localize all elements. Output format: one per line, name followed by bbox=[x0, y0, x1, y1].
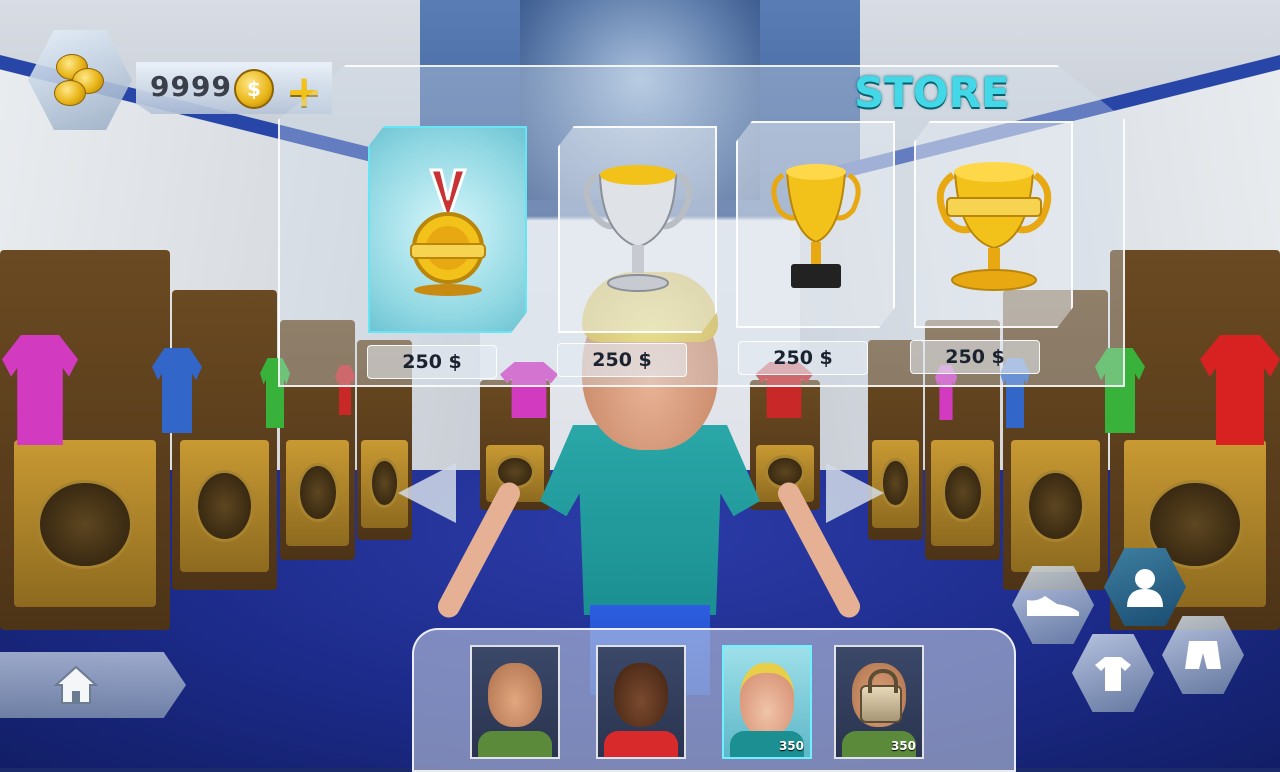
avatar-shirt bbox=[604, 731, 678, 757]
next-arrow-button[interactable] bbox=[826, 463, 884, 523]
coin-stack-icon bbox=[50, 50, 110, 110]
store-item-price: 250 $ bbox=[367, 345, 497, 379]
silver-cup-icon bbox=[583, 164, 692, 292]
character-price: 350 bbox=[778, 739, 804, 753]
tshirt-icon bbox=[1095, 657, 1131, 691]
store-item-price: 250 $ bbox=[557, 343, 687, 377]
locker bbox=[172, 290, 277, 590]
gold-trophy-icon bbox=[770, 163, 861, 288]
store-title: STORE bbox=[854, 68, 1010, 117]
character-card-blonde-boy[interactable]: 350 bbox=[722, 645, 812, 759]
store-item-silver-cup[interactable] bbox=[558, 126, 717, 333]
avatar bbox=[740, 663, 794, 737]
store-item-price: 250 $ bbox=[910, 340, 1040, 374]
lock-icon bbox=[860, 669, 902, 723]
shorts-icon bbox=[1185, 641, 1221, 669]
avatar bbox=[614, 663, 668, 727]
coin-balance: 9999 bbox=[150, 70, 232, 103]
gold-trophy-large-icon bbox=[936, 161, 1051, 291]
character-card-spiky-hair-boy[interactable] bbox=[470, 645, 560, 759]
gold-medal-icon bbox=[409, 168, 486, 296]
sneaker-icon bbox=[1027, 596, 1079, 616]
home-icon bbox=[53, 665, 99, 704]
previous-arrow-button[interactable] bbox=[398, 463, 456, 523]
store-item-price: 250 $ bbox=[738, 341, 868, 375]
store-item-gold-medal[interactable] bbox=[368, 126, 527, 333]
person-icon bbox=[1127, 569, 1163, 607]
avatar-shirt bbox=[478, 731, 552, 757]
character-card-dark-skin-boy[interactable] bbox=[596, 645, 686, 759]
avatar bbox=[488, 663, 542, 727]
home-button[interactable] bbox=[0, 652, 186, 718]
store-item-gold-trophy-small[interactable] bbox=[736, 121, 895, 328]
character-card-locked-boy[interactable]: 350 bbox=[834, 645, 924, 759]
coin-icon: $ bbox=[234, 69, 274, 109]
store-item-gold-trophy-large[interactable] bbox=[914, 121, 1073, 328]
character-price: 350 bbox=[890, 739, 916, 753]
